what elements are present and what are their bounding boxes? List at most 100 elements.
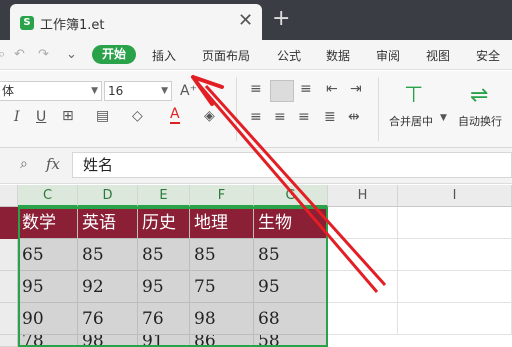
- empty-cell[interactable]: [328, 303, 398, 335]
- ribbon-toolbar: 体 ▼ 16 ▼ A⁺ I U ⊞ ▤ ◇ A ◈ ≡ ≡ ⇤ ⇥ ≡ ≡ ≡ ≣ …: [0, 71, 512, 148]
- new-tab-icon[interactable]: +: [272, 6, 290, 31]
- table-cell[interactable]: 58: [254, 335, 328, 347]
- row-header[interactable]: [0, 271, 18, 303]
- column-header-c[interactable]: C: [18, 185, 78, 207]
- table-header-cell[interactable]: 数学: [18, 207, 78, 239]
- empty-cell[interactable]: [398, 303, 512, 335]
- table-cell[interactable]: 98: [78, 335, 138, 347]
- distributed-align-icon[interactable]: ⇹: [348, 109, 360, 125]
- table-cell[interactable]: 95: [138, 271, 190, 303]
- table-header-cell[interactable]: 英语: [78, 207, 138, 239]
- table-cell[interactable]: 75: [190, 271, 254, 303]
- menu-tab-view[interactable]: 视图: [426, 47, 450, 64]
- header-row-cell-fragment[interactable]: [0, 207, 18, 239]
- table-cell[interactable]: 90: [18, 303, 78, 335]
- formula-input[interactable]: 姓名: [72, 152, 512, 178]
- fill-color-icon[interactable]: ◇: [132, 108, 143, 124]
- table-cell[interactable]: 65: [18, 239, 78, 271]
- close-tab-icon[interactable]: ✕: [238, 10, 253, 31]
- align-bottom-icon[interactable]: ≡: [300, 81, 312, 97]
- column-header-e[interactable]: E: [138, 185, 190, 207]
- undo-icon[interactable]: ↶: [14, 47, 25, 62]
- table-cell[interactable]: 92: [78, 271, 138, 303]
- menu-tab-security[interactable]: 安全: [476, 47, 500, 64]
- increase-indent-icon[interactable]: ⇥: [350, 81, 362, 97]
- table-cell[interactable]: 86: [190, 335, 254, 347]
- border-icon[interactable]: ⊞: [62, 108, 74, 124]
- document-title: 工作簿1.et: [40, 18, 105, 33]
- menu-tab-data[interactable]: 数据: [326, 47, 350, 64]
- table-cell[interactable]: 78: [18, 335, 78, 347]
- spreadsheet-icon: S: [20, 16, 34, 30]
- font-name-select[interactable]: 体 ▼: [0, 81, 102, 101]
- empty-cell[interactable]: [328, 207, 398, 239]
- merge-center-icon[interactable]: ⊤: [404, 83, 423, 108]
- menu-tab-page-layout[interactable]: 页面布局: [202, 47, 250, 64]
- divider: [236, 77, 237, 141]
- chevron-down-icon[interactable]: ▼: [440, 113, 447, 123]
- corner-header[interactable]: [0, 185, 18, 207]
- table-cell[interactable]: 85: [190, 239, 254, 271]
- align-middle-button-active[interactable]: [270, 80, 294, 102]
- wrap-text-icon[interactable]: ⇌: [470, 83, 488, 108]
- zoom-icon[interactable]: ⌕: [20, 156, 28, 172]
- table-cell[interactable]: 85: [254, 239, 328, 271]
- formula-bar: ⌕ fx 姓名: [0, 148, 512, 184]
- menu-tab-review[interactable]: 审阅: [376, 47, 400, 64]
- row-header[interactable]: [0, 303, 18, 335]
- table-header-cell[interactable]: 地理: [190, 207, 254, 239]
- window-tab-bar: S 工作簿1.et ✕ +: [0, 0, 512, 40]
- underline-icon[interactable]: U: [36, 109, 46, 125]
- menu-tab-formulas[interactable]: 公式: [277, 47, 301, 64]
- chevron-down-icon: ▼: [161, 86, 168, 96]
- empty-cell[interactable]: [328, 239, 398, 271]
- table-cell[interactable]: 85: [78, 239, 138, 271]
- column-header-h[interactable]: H: [328, 185, 398, 207]
- italic-icon[interactable]: I: [14, 109, 20, 125]
- customize-dropdown-icon[interactable]: ⌄: [66, 47, 77, 62]
- font-name-value: 体: [2, 84, 15, 98]
- align-right-icon[interactable]: ≡: [298, 109, 310, 125]
- menu-tab-insert[interactable]: 插入: [152, 47, 176, 64]
- column-header-f[interactable]: F: [190, 185, 254, 207]
- table-cell[interactable]: 76: [138, 303, 190, 335]
- table-cell[interactable]: 95: [254, 271, 328, 303]
- table-cell[interactable]: 85: [138, 239, 190, 271]
- divider: [378, 77, 379, 141]
- empty-cell[interactable]: [398, 271, 512, 303]
- clear-format-icon[interactable]: ◈: [204, 108, 215, 124]
- justify-icon[interactable]: ≣: [324, 109, 336, 125]
- row-header[interactable]: [0, 239, 18, 271]
- redo-icon[interactable]: ↷: [38, 47, 49, 62]
- table-cell[interactable]: 98: [190, 303, 254, 335]
- empty-cell[interactable]: [328, 271, 398, 303]
- table-cell[interactable]: 68: [254, 303, 328, 335]
- merge-center-button[interactable]: 合并居中: [389, 113, 433, 129]
- table-cell[interactable]: 91: [138, 335, 190, 347]
- font-size-select[interactable]: 16 ▼: [104, 81, 172, 101]
- empty-cell[interactable]: [398, 207, 512, 239]
- align-top-icon[interactable]: ≡: [250, 81, 262, 97]
- decrease-indent-icon[interactable]: ⇤: [326, 81, 338, 97]
- document-tab[interactable]: S 工作簿1.et ✕: [10, 4, 262, 40]
- cell-style-icon[interactable]: ▤: [96, 108, 109, 124]
- column-header-g[interactable]: G: [254, 185, 328, 207]
- align-left-icon[interactable]: ≡: [250, 109, 262, 125]
- align-center-icon[interactable]: ≡: [274, 109, 286, 125]
- empty-cell[interactable]: [398, 239, 512, 271]
- font-color-icon[interactable]: A: [170, 107, 180, 124]
- column-header-d[interactable]: D: [78, 185, 138, 207]
- menu-tab-start[interactable]: 开始: [92, 45, 136, 64]
- row-header[interactable]: [0, 335, 18, 347]
- table-cell[interactable]: 76: [78, 303, 138, 335]
- column-header-i[interactable]: I: [398, 185, 512, 207]
- function-icon[interactable]: fx: [46, 155, 60, 173]
- menu-bar: ⌕ ↶ ↷ ⌄ 开始 插入 页面布局 公式 数据 审阅 视图 安全: [0, 40, 512, 70]
- table-header-cell[interactable]: 生物: [254, 207, 328, 239]
- wrap-text-button[interactable]: 自动换行: [458, 113, 502, 129]
- font-size-value: 16: [108, 84, 124, 98]
- increase-font-icon[interactable]: A⁺: [180, 83, 197, 99]
- table-cell[interactable]: 95: [18, 271, 78, 303]
- search-icon[interactable]: ⌕: [0, 47, 5, 62]
- table-header-cell[interactable]: 历史: [138, 207, 190, 239]
